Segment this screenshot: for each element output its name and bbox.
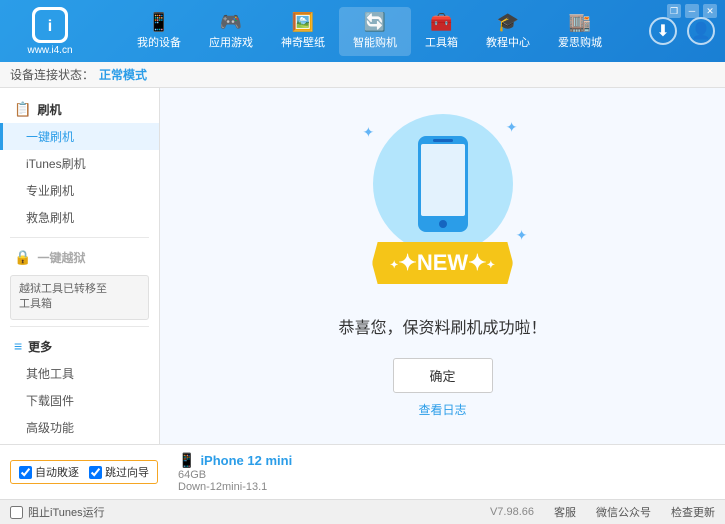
sidebar-section-flash: 📋 刷机 一键刷机 iTunes刷机 专业刷机 救急刷机 <box>0 96 159 231</box>
tools-icon: 🧰 <box>430 13 452 31</box>
divider-1 <box>10 237 149 238</box>
skip-wizard-checkbox-item: 跳过向导 <box>89 464 149 480</box>
flash-section-icon: 📋 <box>14 101 31 118</box>
wallpaper-icon: 🖼️ <box>292 13 314 31</box>
skip-wizard-label: 跳过向导 <box>105 464 149 480</box>
nav-mi-shop-label: 爱思购城 <box>558 34 602 50</box>
my-device-icon: 📱 <box>148 13 170 31</box>
apps-games-icon: 🎮 <box>220 13 242 31</box>
version-text: V7.98.66 <box>490 506 534 518</box>
restore-button[interactable]: ❒ <box>667 4 681 18</box>
stop-itunes-checkbox[interactable] <box>10 506 23 519</box>
device-info: 📱 iPhone 12 mini 64GB Down-12mini-13.1 <box>168 452 715 493</box>
nav-wallpaper-label: 神奇壁纸 <box>281 34 325 50</box>
illustration: ✦ ✦ ✦ ✦NEW✦ <box>343 114 543 294</box>
logo: i www.i4.cn <box>10 7 90 56</box>
status-value: 正常模式 <box>99 66 147 83</box>
svg-text:i: i <box>48 18 52 35</box>
nav-tools-label: 工具箱 <box>425 34 458 50</box>
nav-wallpaper[interactable]: 🖼️ 神奇壁纸 <box>267 7 339 56</box>
sidebar-section-more: ≡ 更多 其他工具 下载固件 高级功能 <box>0 333 159 441</box>
flash-section-label: 刷机 <box>37 101 61 118</box>
tutorial-icon: 🎓 <box>497 13 519 31</box>
top-right-controls: ⬇ 👤 <box>649 17 715 45</box>
nav-smart-shop[interactable]: 🔄 智能购机 <box>339 7 411 56</box>
divider-2 <box>10 326 149 327</box>
sidebar-header-jailbreak: 🔒 一键越狱 <box>0 244 159 271</box>
check-update-link[interactable]: 检查更新 <box>671 504 715 520</box>
logo-text: www.i4.cn <box>27 45 72 56</box>
device-phone-icon: 📱 <box>178 452 195 469</box>
footer-left: 阻止iTunes运行 <box>10 504 105 520</box>
confirm-button[interactable]: 确定 <box>393 358 493 393</box>
sidebar: 📋 刷机 一键刷机 iTunes刷机 专业刷机 救急刷机 🔒 一键越狱 越狱工 <box>0 88 160 444</box>
close-button[interactable]: ✕ <box>703 4 717 18</box>
jailbreak-notice: 越狱工具已转移至工具箱 <box>10 275 149 320</box>
stop-itunes-label: 阻止iTunes运行 <box>28 504 105 520</box>
skip-wizard-checkbox[interactable] <box>89 466 102 479</box>
nav-apps-games-label: 应用游戏 <box>209 34 253 50</box>
sidebar-item-other-tools[interactable]: 其他工具 <box>0 360 159 387</box>
nav-tutorial[interactable]: 🎓 教程中心 <box>472 7 544 56</box>
nav-tools[interactable]: 🧰 工具箱 <box>411 7 472 56</box>
nav-tutorial-label: 教程中心 <box>486 34 530 50</box>
nav-bar: 📱 我的设备 🎮 应用游戏 🖼️ 神奇壁纸 🔄 智能购机 🧰 工具箱 🎓 教程中… <box>100 7 639 56</box>
sparkle-icon-3: ✦ <box>516 227 528 244</box>
checkbox-group: 自动敗逐 跳过向导 <box>10 460 158 484</box>
nav-my-device[interactable]: 📱 我的设备 <box>123 7 195 56</box>
top-bar: ❒ ─ ✕ i www.i4.cn 📱 我的设备 🎮 应用游戏 🖼️ 神奇壁纸 … <box>0 0 725 62</box>
nav-my-device-label: 我的设备 <box>137 34 181 50</box>
mi-shop-icon: 🏬 <box>569 13 591 31</box>
phone-graphic <box>413 134 473 234</box>
device-name-text: iPhone 12 mini <box>200 453 292 468</box>
sidebar-item-one-click-flash[interactable]: 一键刷机 <box>0 123 159 150</box>
sidebar-item-pro-flash[interactable]: 专业刷机 <box>0 177 159 204</box>
download-button[interactable]: ⬇ <box>649 17 677 45</box>
device-capacity: 64GB <box>178 469 715 481</box>
footer: 阻止iTunes运行 V7.98.66 客服 微信公众号 检查更新 <box>0 499 725 524</box>
sidebar-item-download-firmware[interactable]: 下载固件 <box>0 387 159 414</box>
sidebar-header-flash: 📋 刷机 <box>0 96 159 123</box>
minimize-button[interactable]: ─ <box>685 4 699 18</box>
device-bar: 自动敗逐 跳过向导 📱 iPhone 12 mini 64GB Down-12m… <box>0 444 725 499</box>
main-content-area: ✦ ✦ ✦ ✦NEW✦ 恭喜您，保资料刷机成功啦！ 确定 查看日志 <box>160 88 725 444</box>
user-button[interactable]: 👤 <box>687 17 715 45</box>
window-controls: ❒ ─ ✕ <box>667 4 717 18</box>
phone-circle <box>373 114 513 254</box>
sidebar-item-save-flash[interactable]: 救急刷机 <box>0 204 159 231</box>
explore-log-link[interactable]: 查看日志 <box>418 401 466 418</box>
sidebar-section-jailbreak: 🔒 一键越狱 越狱工具已转移至工具箱 <box>0 244 159 320</box>
status-label: 设备连接状态： <box>10 66 94 83</box>
sidebar-item-itunes-flash[interactable]: iTunes刷机 <box>0 150 159 177</box>
sparkle-icon-1: ✦ <box>363 124 375 141</box>
customer-service-link[interactable]: 客服 <box>554 504 576 520</box>
jailbreak-section-label: 一键越狱 <box>37 249 85 266</box>
jailbreak-section-icon: 🔒 <box>14 249 31 266</box>
more-section-label: 更多 <box>28 338 52 355</box>
status-bar: 设备连接状态： 正常模式 <box>0 62 725 88</box>
logo-icon: i <box>32 7 68 43</box>
nav-apps-games[interactable]: 🎮 应用游戏 <box>195 7 267 56</box>
nav-mi-shop[interactable]: 🏬 爱思购城 <box>544 7 616 56</box>
smart-shop-icon: 🔄 <box>364 13 386 31</box>
auto-dismiss-checkbox-item: 自动敗逐 <box>19 464 79 480</box>
auto-dismiss-checkbox[interactable] <box>19 466 32 479</box>
device-name-row: 📱 iPhone 12 mini <box>178 452 715 469</box>
auto-dismiss-label: 自动敗逐 <box>35 464 79 480</box>
sidebar-header-more: ≡ 更多 <box>0 333 159 360</box>
wechat-link[interactable]: 微信公众号 <box>596 504 651 520</box>
nav-smart-shop-label: 智能购机 <box>353 34 397 50</box>
new-badge: ✦NEW✦ <box>372 242 513 284</box>
more-section-icon: ≡ <box>14 338 22 354</box>
main-layout: 📋 刷机 一键刷机 iTunes刷机 专业刷机 救急刷机 🔒 一键越狱 越狱工 <box>0 88 725 444</box>
sparkle-icon-2: ✦ <box>506 119 518 136</box>
success-message: 恭喜您，保资料刷机成功啦！ <box>338 314 546 338</box>
device-model: Down-12mini-13.1 <box>178 481 715 493</box>
footer-right: V7.98.66 客服 微信公众号 检查更新 <box>490 504 715 520</box>
sidebar-item-advanced[interactable]: 高级功能 <box>0 414 159 441</box>
